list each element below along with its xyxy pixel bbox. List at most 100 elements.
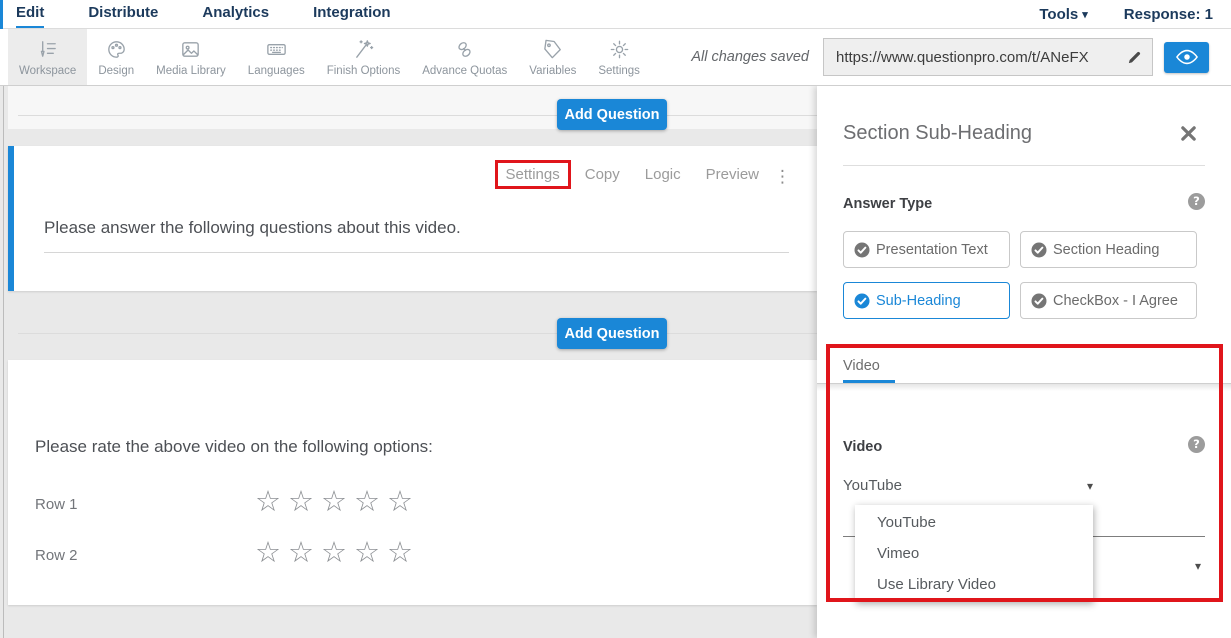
section-divider — [18, 115, 817, 116]
answer-type-sub-heading[interactable]: Sub-Heading — [843, 282, 1010, 319]
toolbar-item-label: Advance Quotas — [422, 65, 507, 77]
nav-right-group: Tools ▾ Response: 1 — [1039, 0, 1213, 28]
answer-type-section-heading[interactable]: Section Heading — [1020, 231, 1197, 268]
content-top-strip — [8, 86, 817, 129]
kebab-menu-icon[interactable]: ⋮ — [774, 166, 791, 188]
star-icon[interactable]: ☆ — [387, 535, 420, 569]
tools-label: Tools — [1039, 6, 1078, 23]
star-icon[interactable]: ☆ — [321, 484, 354, 518]
scrollbar-track[interactable] — [3, 86, 4, 638]
chevron-down-icon[interactable]: ▾ — [1195, 559, 1201, 573]
answer-type-label-text: CheckBox - I Agree — [1053, 293, 1178, 309]
close-panel-button[interactable] — [1180, 124, 1198, 142]
check-circle-icon — [853, 241, 871, 259]
toolbar-item-label: Finish Options — [327, 65, 401, 77]
edit-url-button[interactable] — [1116, 39, 1152, 75]
answer-type-label-text: Presentation Text — [876, 242, 988, 258]
tab-video[interactable]: Video — [843, 358, 880, 374]
question-settings-action[interactable]: Settings — [495, 160, 571, 189]
top-navigation: Edit Distribute Analytics Integration To… — [0, 0, 1231, 29]
question-logic-action[interactable]: Logic — [645, 166, 681, 183]
panel-divider — [843, 165, 1205, 166]
star-icon[interactable]: ☆ — [354, 484, 387, 518]
editor-toolbar: Workspace Design Media Library Languages… — [0, 29, 1231, 86]
toolbar-item-label: Media Library — [156, 65, 226, 77]
star-icon[interactable]: ☆ — [255, 535, 288, 569]
question-block-rating[interactable]: Please rate the above video on the follo… — [8, 360, 817, 605]
star-rating-row[interactable]: ☆☆☆☆☆ — [255, 484, 420, 518]
video-source-label: Video — [843, 439, 882, 455]
answer-type-label-text: Section Heading — [1053, 242, 1159, 258]
toolbar-item-settings[interactable]: Settings — [587, 29, 651, 85]
question-preview-action[interactable]: Preview — [706, 166, 759, 183]
toolbar-item-advance-quotas[interactable]: Advance Quotas — [411, 29, 518, 85]
question-action-bar: Settings Copy Logic Preview — [506, 166, 759, 183]
help-icon[interactable]: ? — [1188, 193, 1205, 210]
answer-type-label-text: Sub-Heading — [876, 293, 961, 309]
add-question-button-top[interactable]: Add Question — [557, 99, 667, 130]
question-block-subheading[interactable]: Settings Copy Logic Preview ⋮ Please ans… — [8, 146, 817, 291]
wand-icon — [352, 38, 375, 61]
add-question-button-middle[interactable]: Add Question — [557, 318, 667, 349]
window-edge-accent — [0, 0, 3, 29]
answer-type-label: Answer Type — [843, 196, 932, 212]
dropdown-option-vimeo[interactable]: Vimeo — [855, 538, 1093, 569]
question-text[interactable]: Please answer the following questions ab… — [44, 218, 461, 238]
star-icon[interactable]: ☆ — [288, 484, 321, 518]
chevron-down-icon: ▾ — [1087, 479, 1093, 493]
response-count[interactable]: Response: 1 — [1124, 6, 1213, 23]
check-circle-icon — [1030, 292, 1048, 310]
preview-survey-button[interactable] — [1164, 42, 1209, 73]
video-source-selected-value: YouTube — [843, 477, 902, 494]
toolbar-item-finish-options[interactable]: Finish Options — [316, 29, 412, 85]
nav-tab-distribute[interactable]: Distribute — [88, 0, 158, 28]
section-divider — [18, 333, 817, 334]
eye-icon — [1176, 49, 1198, 65]
check-circle-icon — [853, 292, 871, 310]
rating-row-label: Row 2 — [35, 547, 78, 564]
toolbar-item-label: Languages — [248, 65, 305, 77]
toolbar-item-design[interactable]: Design — [87, 29, 145, 85]
survey-url-group — [823, 38, 1153, 76]
toolbar-item-media-library[interactable]: Media Library — [145, 29, 237, 85]
question-text-underline — [44, 252, 789, 253]
question-text[interactable]: Please rate the above video on the follo… — [35, 437, 433, 457]
toolbar-item-languages[interactable]: Languages — [237, 29, 316, 85]
gear-icon — [608, 38, 631, 61]
autosave-status: All changes saved — [691, 49, 809, 65]
nav-tab-edit[interactable]: Edit — [16, 0, 44, 28]
answer-type-presentation-text[interactable]: Presentation Text — [843, 231, 1010, 268]
tab-divider — [817, 383, 1231, 391]
dropdown-option-library-video[interactable]: Use Library Video — [855, 569, 1093, 600]
dropdown-option-youtube[interactable]: YouTube — [855, 507, 1093, 538]
star-icon[interactable]: ☆ — [288, 535, 321, 569]
star-icon[interactable]: ☆ — [354, 535, 387, 569]
video-source-select[interactable]: YouTube ▾ — [843, 477, 1093, 494]
workspace-icon — [36, 38, 59, 61]
answer-type-options: Presentation Text Section Heading Sub-He… — [843, 231, 1197, 319]
toolbar-item-label: Settings — [598, 65, 640, 77]
keyboard-icon — [265, 38, 288, 61]
toolbar-item-workspace[interactable]: Workspace — [8, 29, 87, 85]
toolbar-item-label: Workspace — [19, 65, 76, 77]
question-copy-action[interactable]: Copy — [585, 166, 620, 183]
panel-title: Section Sub-Heading — [843, 122, 1032, 145]
tools-menu-button[interactable]: Tools ▾ — [1039, 6, 1087, 23]
toolbar-item-label: Design — [98, 65, 134, 77]
nav-tab-analytics[interactable]: Analytics — [202, 0, 269, 28]
star-icon[interactable]: ☆ — [321, 535, 354, 569]
nav-tab-integration[interactable]: Integration — [313, 0, 391, 28]
close-icon — [1180, 125, 1197, 142]
rating-row-label: Row 1 — [35, 496, 78, 513]
links-icon — [453, 38, 476, 61]
check-circle-icon — [1030, 241, 1048, 259]
tag-icon — [541, 38, 564, 61]
answer-type-checkbox-agree[interactable]: CheckBox - I Agree — [1020, 282, 1197, 319]
star-rating-row[interactable]: ☆☆☆☆☆ — [255, 535, 420, 569]
survey-url-input[interactable] — [824, 49, 1116, 66]
toolbar-item-variables[interactable]: Variables — [518, 29, 587, 85]
star-icon[interactable]: ☆ — [387, 484, 420, 518]
star-icon[interactable]: ☆ — [255, 484, 288, 518]
chevron-down-icon: ▾ — [1082, 8, 1088, 21]
help-icon[interactable]: ? — [1188, 436, 1205, 453]
